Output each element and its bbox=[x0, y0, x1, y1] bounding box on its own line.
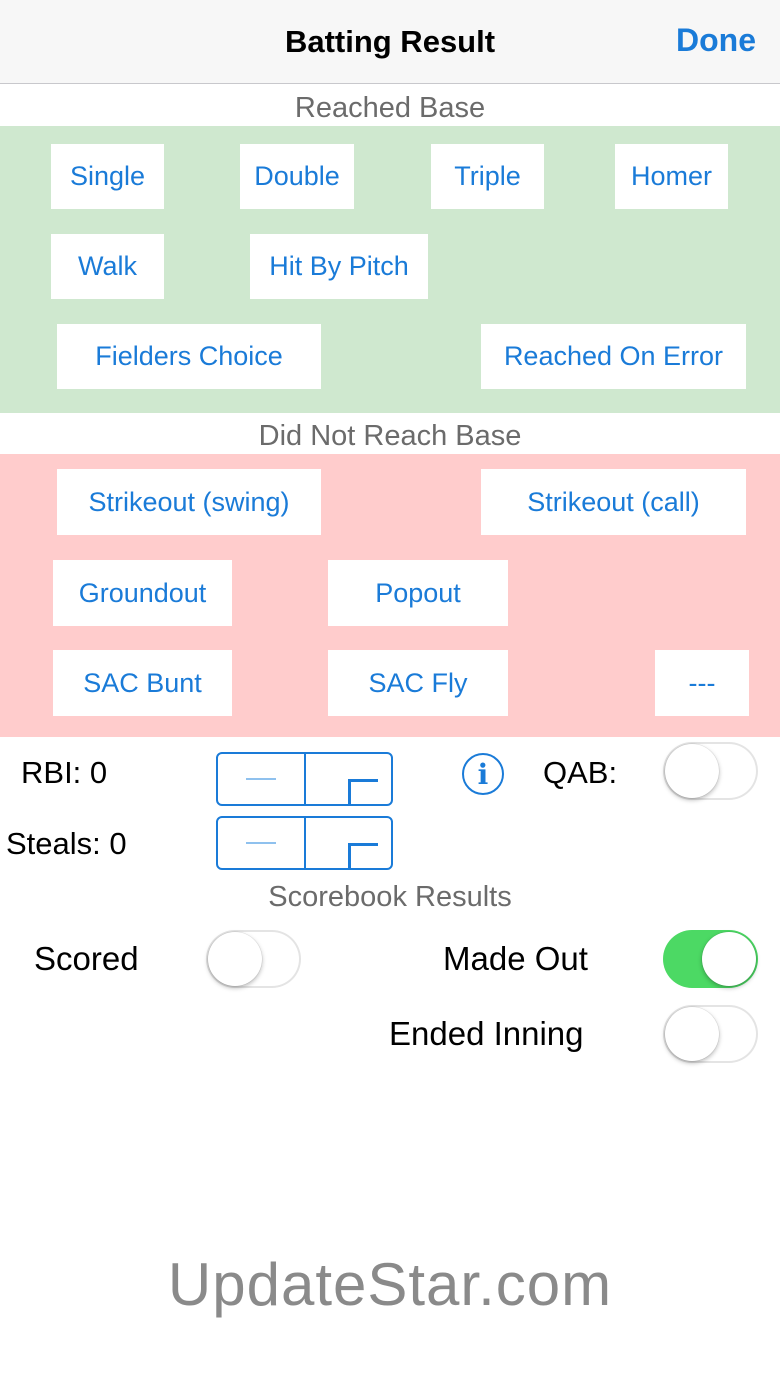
triple-button[interactable]: Triple bbox=[431, 144, 544, 209]
rbi-decrement-button[interactable] bbox=[218, 754, 306, 804]
strikeout-swing-button[interactable]: Strikeout (swing) bbox=[57, 469, 321, 535]
made-out-toggle[interactable] bbox=[663, 930, 758, 988]
reached-base-label: Reached Base bbox=[294, 92, 486, 124]
steals-increment-button[interactable] bbox=[306, 818, 392, 868]
toggle-knob bbox=[208, 932, 262, 986]
reached-on-error-button[interactable]: Reached On Error bbox=[481, 324, 746, 389]
steals-decrement-button[interactable] bbox=[218, 818, 306, 868]
minus-icon bbox=[245, 842, 276, 844]
info-circle-icon[interactable]: i bbox=[462, 753, 504, 795]
ended-inning-toggle[interactable] bbox=[663, 1005, 758, 1063]
qab-label: QAB: bbox=[543, 755, 618, 790]
reached-base-panel: Single Double Triple Homer Walk Hit By P… bbox=[0, 126, 780, 413]
double-button[interactable]: Double bbox=[240, 144, 354, 209]
minus-icon bbox=[245, 778, 276, 780]
sac-bunt-button[interactable]: SAC Bunt bbox=[53, 650, 232, 716]
scored-toggle[interactable] bbox=[206, 930, 301, 988]
fielders-choice-button[interactable]: Fielders Choice bbox=[57, 324, 321, 389]
scorebook-results-label: Scorebook Results bbox=[268, 881, 512, 913]
hit-by-pitch-button[interactable]: Hit By Pitch bbox=[250, 234, 428, 299]
more-results-button[interactable]: --- bbox=[655, 650, 749, 716]
homer-button[interactable]: Homer bbox=[615, 144, 728, 209]
did-not-reach-base-panel: Strikeout (swing) Strikeout (call) Groun… bbox=[0, 454, 780, 737]
done-button[interactable]: Done bbox=[676, 22, 756, 59]
ended-inning-label: Ended Inning bbox=[389, 1015, 584, 1052]
qab-toggle[interactable] bbox=[663, 742, 758, 800]
steals-label: Steals: 0 bbox=[6, 826, 127, 861]
made-out-label: Made Out bbox=[443, 940, 588, 977]
single-button[interactable]: Single bbox=[51, 144, 164, 209]
rbi-label: RBI: 0 bbox=[21, 755, 108, 790]
sac-fly-button[interactable]: SAC Fly bbox=[328, 650, 508, 716]
groundout-button[interactable]: Groundout bbox=[53, 560, 232, 626]
toggle-knob bbox=[702, 932, 756, 986]
scored-label: Scored bbox=[34, 940, 139, 977]
steals-stepper bbox=[216, 816, 393, 870]
rbi-stepper bbox=[216, 752, 393, 806]
watermark: UpdateStar.com bbox=[167, 1251, 613, 1318]
walk-button[interactable]: Walk bbox=[51, 234, 164, 299]
strikeout-call-button[interactable]: Strikeout (call) bbox=[481, 469, 746, 535]
page-title: Batting Result bbox=[284, 24, 496, 59]
did-not-reach-base-label: Did Not Reach Base bbox=[258, 420, 522, 452]
rbi-increment-button[interactable] bbox=[306, 754, 392, 804]
toggle-knob bbox=[665, 1007, 719, 1061]
popout-button[interactable]: Popout bbox=[328, 560, 508, 626]
toggle-knob bbox=[665, 744, 719, 798]
nav-bar: Batting Result Done bbox=[0, 0, 780, 84]
